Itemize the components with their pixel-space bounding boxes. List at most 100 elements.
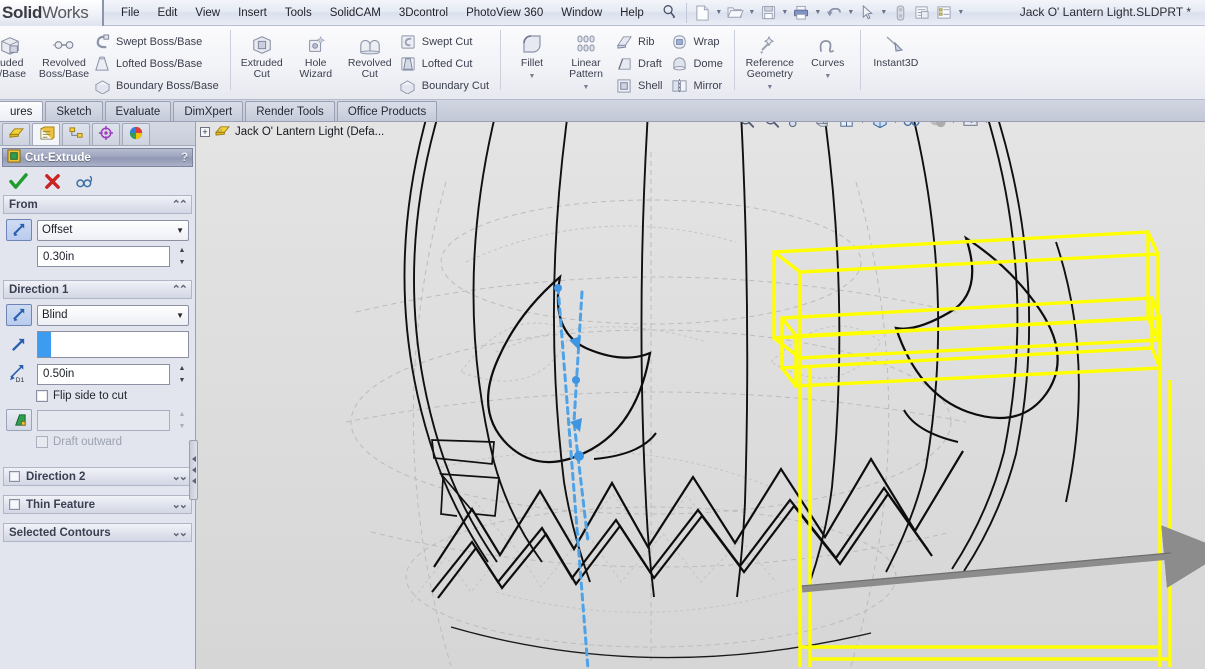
selected-contours-section-header[interactable]: Selected Contours ⌄⌄ — [3, 523, 192, 542]
print-button[interactable] — [791, 3, 812, 23]
stepper-down-icon-depth[interactable]: ▼ — [179, 377, 186, 384]
direction2-enable-checkbox[interactable] — [9, 471, 20, 482]
from-section-header[interactable]: From ⌃⌃ — [3, 195, 192, 214]
chevron-down-icon-thin-feature[interactable]: ⌄⌄ — [172, 498, 186, 511]
hide-show-items-button[interactable] — [902, 122, 924, 132]
draft-button[interactable]: Draft — [613, 53, 668, 75]
stepper-up-icon-depth[interactable]: ▲ — [179, 365, 186, 372]
menu-item-photoview360[interactable]: PhotoView 360 — [457, 4, 552, 22]
revolved-cut-button[interactable]: Revolved Cut — [343, 28, 397, 80]
chevron-down-icon-open[interactable]: ▼ — [747, 9, 757, 16]
reference-geometry-button[interactable]: Reference Geometry ▼ — [739, 28, 801, 93]
rib-button[interactable]: Rib — [613, 31, 668, 53]
extruded-cut-button[interactable]: Extruded Cut — [235, 28, 289, 80]
boundary-cut-button[interactable]: Boundary Cut — [397, 75, 495, 97]
chevron-down-icon-print[interactable]: ▼ — [813, 9, 823, 16]
dimxpert-manager-tab[interactable] — [92, 123, 120, 145]
flip-side-to-cut-checkbox[interactable] — [36, 390, 48, 402]
chevron-down-icon-direction2[interactable]: ⌄⌄ — [172, 470, 186, 483]
chevron-down-icon-pattern[interactable]: ▼ — [583, 82, 590, 93]
menu-item-help[interactable]: Help — [611, 4, 653, 22]
menu-item-solidcam[interactable]: SolidCAM — [321, 4, 390, 22]
dome-button[interactable]: Dome — [668, 53, 728, 75]
stepper-down-icon[interactable]: ▼ — [179, 259, 186, 266]
graphics-viewport[interactable]: + Jack O' Lantern Light (Defa... — [196, 122, 1205, 669]
wrap-button[interactable]: Wrap — [668, 31, 728, 53]
menu-item-window[interactable]: Window — [552, 4, 611, 22]
menu-item-edit[interactable]: Edit — [149, 4, 187, 22]
chevron-down-icon-customize[interactable]: ▼ — [956, 9, 966, 16]
swept-cut-button[interactable]: Swept Cut — [397, 31, 495, 53]
mirror-button[interactable]: Mirror — [668, 75, 728, 97]
preview-button[interactable] — [76, 172, 96, 192]
tab-dimxpert[interactable]: DimXpert — [173, 101, 243, 121]
from-condition-icon[interactable] — [6, 219, 32, 241]
curves-button[interactable]: Curves ▼ — [801, 28, 855, 82]
panel-splitter-handle[interactable] — [189, 440, 198, 500]
select-button[interactable] — [857, 3, 878, 23]
chevron-down-icon-fillet[interactable]: ▼ — [529, 71, 536, 82]
feature-manager-tab[interactable] — [2, 123, 30, 145]
thin-feature-section-header[interactable]: Thin Feature ⌄⌄ — [3, 495, 192, 514]
configuration-manager-tab[interactable] — [62, 123, 90, 145]
undo-button[interactable] — [824, 3, 845, 23]
chevron-up-icon-from[interactable]: ⌃⌃ — [172, 198, 186, 211]
previous-view-button[interactable] — [786, 122, 808, 132]
tab-evaluate[interactable]: Evaluate — [105, 101, 172, 121]
section-view-button[interactable] — [811, 122, 833, 132]
reverse-direction-icon[interactable] — [6, 304, 32, 326]
chevron-down-icon-select[interactable]: ▼ — [879, 9, 889, 16]
lofted-boss-base-button[interactable]: Lofted Boss/Base — [91, 53, 225, 75]
linear-pattern-button[interactable]: Linear Pattern ▼ — [559, 28, 613, 93]
view-orientation-button[interactable] — [836, 122, 858, 132]
help-button[interactable]: ? — [181, 152, 188, 164]
instant3d-button[interactable]: Instant3D — [865, 28, 927, 69]
chevron-up-icon-direction1[interactable]: ⌃⌃ — [172, 283, 186, 296]
menu-item-3dcontrol[interactable]: 3Dcontrol — [390, 4, 457, 22]
chevron-down-icon-view-settings[interactable]: ▼ — [983, 122, 990, 125]
zoom-to-area-button[interactable] — [761, 122, 783, 132]
tab-office-products[interactable]: Office Products — [337, 101, 437, 121]
display-manager-tab[interactable] — [122, 123, 150, 145]
from-offset-stepper[interactable]: ▲▼ — [175, 246, 189, 267]
ok-button[interactable] — [8, 172, 28, 192]
menu-item-file[interactable]: File — [112, 4, 149, 22]
rebuild-button[interactable] — [890, 3, 911, 23]
shell-button[interactable]: Shell — [613, 75, 668, 97]
options-button[interactable] — [912, 3, 933, 23]
edit-appearance-button[interactable] — [927, 122, 949, 132]
boundary-boss-base-button[interactable]: Boundary Boss/Base — [91, 75, 225, 97]
property-manager-tab[interactable] — [32, 123, 60, 145]
new-document-button[interactable] — [692, 3, 713, 23]
expand-tree-icon[interactable]: + — [200, 127, 210, 137]
extruded-boss-base-button[interactable]: ruded s/Base — [0, 28, 37, 80]
search-icon[interactable] — [659, 4, 681, 22]
chevron-down-icon-selected-contours[interactable]: ⌄⌄ — [172, 526, 186, 539]
direction1-end-condition-select[interactable]: Blind ▼ — [37, 305, 189, 326]
customize-button[interactable] — [934, 3, 955, 23]
hole-wizard-button[interactable]: Hole Wizard — [289, 28, 343, 80]
stepper-up-icon[interactable]: ▲ — [179, 247, 186, 254]
direction1-section-header[interactable]: Direction 1 ⌃⌃ — [3, 280, 192, 299]
chevron-down-icon-scene[interactable]: ▼ — [950, 122, 957, 125]
direction1-depth-input[interactable]: 0.50in — [37, 364, 170, 385]
chevron-down-icon-curves[interactable]: ▼ — [824, 71, 831, 82]
display-style-button[interactable] — [869, 122, 891, 132]
tab-features[interactable]: ures — [0, 101, 43, 121]
direction1-depth-stepper[interactable]: ▲▼ — [175, 364, 189, 385]
draft-angle-icon[interactable] — [6, 409, 32, 431]
thin-feature-enable-checkbox[interactable] — [9, 499, 20, 510]
cancel-button[interactable] — [42, 172, 62, 192]
chevron-down-icon-save[interactable]: ▼ — [780, 9, 790, 16]
zoom-to-fit-button[interactable] — [736, 122, 758, 132]
chevron-down-icon-new[interactable]: ▼ — [714, 9, 724, 16]
chevron-down-icon-refgeo[interactable]: ▼ — [766, 82, 773, 93]
menu-item-view[interactable]: View — [186, 4, 229, 22]
chevron-down-icon-end-condition[interactable]: ▼ — [176, 311, 184, 320]
fillet-button[interactable]: Fillet ▼ — [505, 28, 559, 82]
direction1-face-selection-input[interactable] — [37, 331, 189, 358]
menu-item-insert[interactable]: Insert — [229, 4, 276, 22]
chevron-down-icon-display-style[interactable]: ▼ — [892, 122, 899, 125]
save-button[interactable] — [758, 3, 779, 23]
flip-side-to-cut-row[interactable]: Flip side to cut — [36, 390, 189, 402]
